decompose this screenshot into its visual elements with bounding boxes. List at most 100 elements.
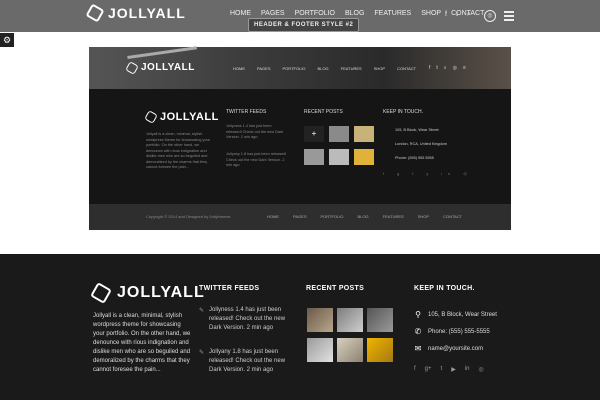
preview-bottom-nav-item: CONTACT — [443, 214, 463, 219]
preview-bottom-nav-item: SHOP — [417, 214, 430, 219]
preview-nav-item: SHOP — [373, 66, 386, 71]
preview-post-thumb — [354, 149, 374, 165]
site-logo-text: JOLLYALL — [108, 5, 186, 21]
preview-tweet: Jollyness 1.4 has just been released! Ch… — [226, 124, 288, 141]
preview-logo-text: JOLLYALL — [141, 62, 195, 73]
footer-post-thumb[interactable] — [337, 308, 363, 332]
preview-posts-title: RECENT POSTS — [304, 109, 343, 115]
flickr-icon[interactable]: ◎ — [478, 366, 483, 373]
nav-item-portfolio[interactable]: PORTFOLIO — [295, 10, 335, 17]
preview-logo-hex-icon — [125, 60, 139, 75]
footer-contact-title: KEEP IN TOUCH. — [414, 285, 475, 292]
gear-icon[interactable]: ⚙ — [0, 33, 14, 47]
preview-nav: HOME PAGES PORTFOLIO BLOG FEATURES SHOP … — [233, 66, 416, 71]
preview-bottom-nav-item: PORTFOLIO — [320, 214, 344, 219]
footer-logo[interactable]: JOLLYALL — [90, 282, 205, 304]
preview-social: f t ⌕ ◎ ≡ — [429, 65, 466, 71]
footer-email-text[interactable]: name@yoursite.com — [428, 346, 483, 352]
preview-tweet: Jollyany 1.8 has just been released! Che… — [226, 152, 288, 169]
preview-twitter-title: TWITTER FEEDS — [226, 109, 267, 115]
preview-tweet-time: 2 min ago — [240, 135, 258, 139]
preview-bottom-nav-item: BLOG — [357, 214, 369, 219]
map-pin-icon: ⚲ — [415, 310, 421, 319]
preview-logo: JOLLYALL — [125, 60, 195, 75]
preview-post-thumb — [329, 149, 349, 165]
style-badge: HEADER & FOOTER STYLE #2 — [248, 18, 360, 32]
preview-post-thumb — [329, 126, 349, 142]
phone-icon: ✆ — [414, 327, 422, 336]
youtube-icon[interactable]: ▶ — [451, 366, 456, 373]
google-plus-icon[interactable]: g+ — [425, 366, 432, 373]
nav-item-features[interactable]: FEATURES — [374, 10, 411, 17]
footer-posts-title: RECENT POSTS — [306, 285, 365, 292]
search-icon: ⌕ — [443, 65, 447, 71]
preview-contact-title: KEEP IN TOUCH. — [383, 109, 424, 115]
preview-city: London, RCA, United Kingdom — [395, 142, 447, 146]
preview-phone: Phone: (555) 555 5555 — [395, 156, 434, 160]
preview-bottom-nav-item: FEATURES — [382, 214, 404, 219]
footer-post-thumb[interactable] — [367, 308, 393, 332]
cart-icon[interactable]: ◎ — [484, 10, 496, 22]
nav-item-shop[interactable]: SHOP — [421, 10, 441, 17]
twitter-icon: ✎ — [199, 350, 205, 356]
nav-item-home[interactable]: HOME — [230, 10, 251, 17]
preview-footer-logo-text: JOLLYALL — [160, 111, 219, 123]
nav-item-blog[interactable]: BLOG — [345, 10, 364, 17]
preview-nav-item: CONTACT — [397, 66, 417, 71]
preview-nav-item: BLOG — [317, 66, 329, 71]
footer-about-text: Jollyall is a clean, minimal, stylish wo… — [93, 313, 191, 373]
header-social: f t ⌕ — [445, 11, 471, 19]
footer-tweet-text[interactable]: Jollyany 1.8 has just been released! Che… — [209, 349, 285, 373]
cart-icon: ◎ — [452, 65, 457, 71]
preview-nav-item: FEATURES — [340, 66, 362, 71]
preview-address: 105, B Block, Wear Street — [395, 128, 439, 132]
twitter-icon: ✎ — [199, 308, 205, 314]
footer-social: f g+ t ▶ in ◎ — [414, 366, 484, 373]
facebook-icon[interactable]: f — [445, 11, 447, 19]
footer-tweet: ✎ Jollyness 1.4 has just been released! … — [199, 306, 294, 333]
preview-bottom-bar: Copyright © 2014 and Designed by Jollyth… — [89, 204, 511, 230]
preview-about-text: Jollyall is a clean, minimal, stylish wo… — [146, 132, 210, 169]
footer-tweet: ✎ Jollyany 1.8 has just been released! C… — [199, 348, 294, 375]
preview-footer-hex-icon — [144, 110, 158, 124]
footer-logo-text: JOLLYALL — [117, 284, 205, 301]
search-icon[interactable]: ⌕ — [467, 11, 471, 19]
footer-address-text: 105, B Block, Wear Street — [428, 311, 497, 318]
twitter-icon[interactable]: t — [456, 11, 458, 19]
preview-bottom-nav: HOME PAGES PORTFOLIO BLOG FEATURES SHOP … — [267, 214, 462, 219]
style-preview: JOLLYALL HOME PAGES PORTFOLIO BLOG FEATU… — [89, 46, 511, 230]
site-logo[interactable]: JOLLYALL — [85, 3, 186, 23]
footer-phone-text: Phone: (555) 555-5555 — [428, 328, 490, 335]
footer-tweet-text[interactable]: Jollyness 1.4 has just been released! Ch… — [209, 307, 285, 331]
hamburger-menu-icon: ≡ — [462, 65, 466, 71]
footer-post-thumb[interactable] — [307, 308, 333, 332]
preview-bottom-nav-item: HOME — [267, 214, 279, 219]
email-icon: ✉ — [414, 344, 422, 353]
footer-email: ✉ name@yoursite.com — [414, 344, 483, 353]
preview-footer: JOLLYALL Jollyall is a clean, minimal, s… — [89, 89, 511, 204]
preview-tweet-text: Jollyany 1.8 has just been released! Che… — [226, 152, 287, 162]
footer-post-thumb[interactable] — [367, 338, 393, 362]
preview-footer-logo: JOLLYALL — [144, 110, 219, 124]
preview-nav-item: PORTFOLIO — [282, 66, 306, 71]
preview-post-thumb — [304, 149, 324, 165]
footer-post-thumb[interactable] — [337, 338, 363, 362]
preview-post-thumb: + — [304, 126, 324, 142]
preview-post-thumb — [354, 126, 374, 142]
preview-social-icons: f g t y in ◎ — [383, 172, 473, 176]
preview-bottom-nav-item: PAGES — [293, 214, 307, 219]
footer-post-thumb[interactable] — [307, 338, 333, 362]
twitter-icon: t — [436, 65, 438, 71]
linkedin-icon[interactable]: in — [465, 366, 470, 373]
nav-item-pages[interactable]: PAGES — [261, 10, 285, 17]
facebook-icon[interactable]: f — [414, 366, 416, 373]
twitter-icon[interactable]: t — [441, 366, 443, 373]
footer-phone: ✆ Phone: (555) 555-5555 — [414, 327, 490, 336]
footer-address: ⚲ 105, B Block, Wear Street — [414, 310, 497, 319]
preview-nav-item: HOME — [233, 66, 245, 71]
footer-logo-hex-icon — [90, 282, 112, 304]
hamburger-menu-icon[interactable] — [504, 11, 514, 23]
preview-nav-item: PAGES — [257, 66, 271, 71]
logo-hex-icon — [85, 3, 105, 23]
site-footer: JOLLYALL Jollyall is a clean, minimal, s… — [0, 254, 600, 400]
